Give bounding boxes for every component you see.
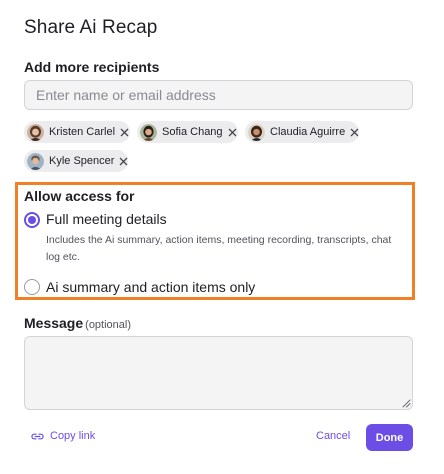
avatar — [140, 123, 157, 141]
copy-link-label: Copy link — [50, 430, 96, 442]
recipient-chip: Claudia Aguirre — [245, 121, 359, 143]
full-details-radio[interactable] — [24, 212, 40, 228]
avatar — [248, 123, 265, 141]
full-details-label[interactable]: Full meeting details — [46, 211, 167, 227]
recipient-name: Kyle Spencer — [49, 155, 115, 167]
message-label-text: Message — [24, 315, 84, 331]
recipient-chip: Kyle Spencer — [24, 150, 128, 172]
close-icon[interactable] — [119, 156, 128, 166]
close-icon[interactable] — [120, 127, 129, 137]
copy-link-button[interactable]: Copy link — [31, 430, 95, 442]
recipients-label: Add more recipients — [24, 59, 160, 75]
message-label: Message (optional) — [24, 315, 131, 331]
full-details-description: Includes the Ai summary, action items, m… — [46, 234, 392, 263]
avatar — [27, 123, 44, 141]
link-icon — [31, 433, 44, 439]
recipient-chip: Kristen Carlel — [24, 121, 130, 143]
close-icon[interactable] — [350, 127, 359, 137]
message-optional-note: (optional) — [85, 319, 132, 331]
resize-grip-icon[interactable] — [402, 399, 411, 408]
summary-only-radio[interactable] — [24, 279, 40, 295]
done-button[interactable]: Done — [366, 424, 413, 451]
share-recap-dialog: Share Ai Recap Add more recipients Krist… — [0, 0, 444, 474]
recipient-name: Sofia Chang — [162, 126, 223, 138]
close-icon[interactable] — [228, 127, 237, 137]
message-textarea[interactable] — [24, 336, 413, 410]
access-label: Allow access for — [24, 188, 135, 204]
avatar — [27, 152, 44, 170]
cancel-button[interactable]: Cancel — [316, 430, 350, 442]
dialog-title: Share Ai Recap — [24, 17, 158, 38]
recipient-search-input[interactable] — [24, 80, 413, 110]
recipient-name: Kristen Carlel — [49, 126, 116, 138]
recipient-chip: Sofia Chang — [137, 121, 238, 143]
recipient-name: Claudia Aguirre — [270, 126, 346, 138]
summary-only-label[interactable]: Ai summary and action items only — [46, 279, 255, 295]
